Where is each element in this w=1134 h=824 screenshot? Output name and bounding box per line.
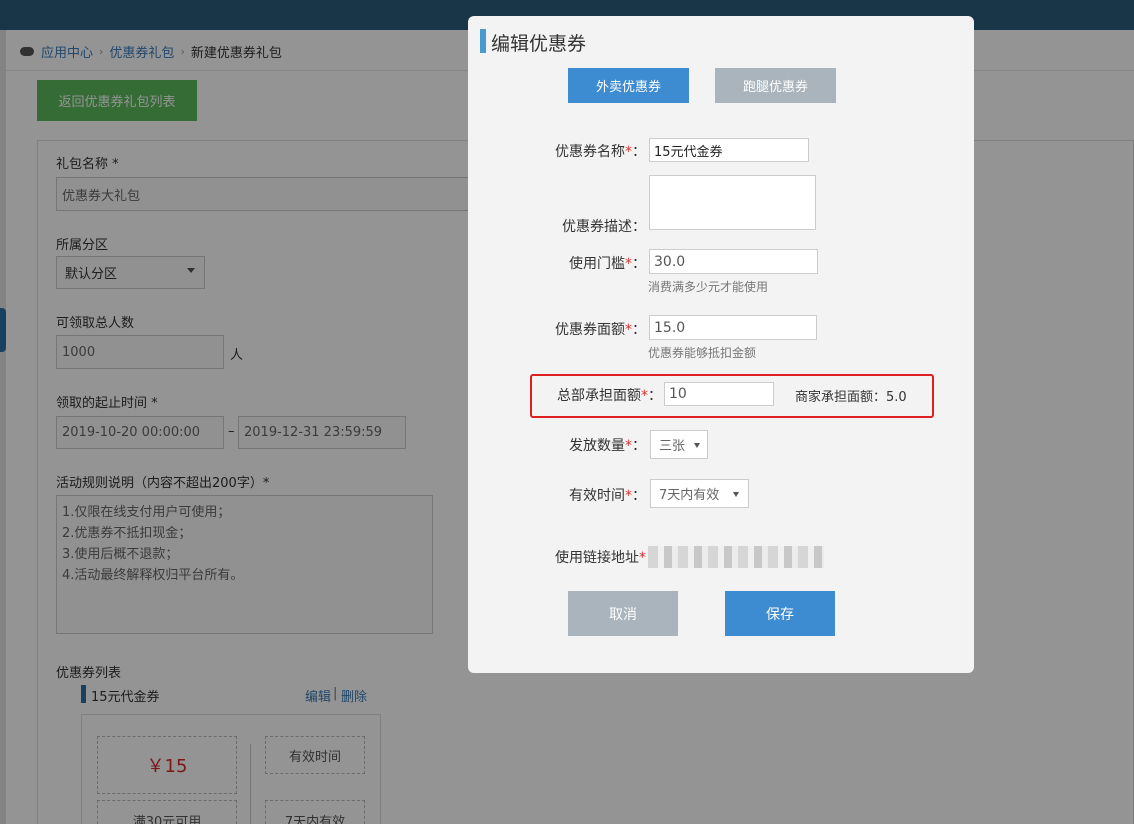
caret-down-icon (694, 443, 700, 448)
threshold-input[interactable]: 30.0 (649, 249, 818, 274)
tab-takeout-coupon[interactable]: 外卖优惠券 (568, 68, 689, 103)
hq-share-input[interactable]: 10 (664, 382, 774, 406)
coupon-name-label-text: 优惠券名称 (555, 144, 625, 160)
quantity-label: 发放数量*： (528, 435, 646, 455)
link-url-label-text: 使用链接地址 (555, 550, 639, 566)
quantity-select[interactable]: 三张 (650, 430, 708, 459)
required-mark: * (641, 388, 648, 404)
label-colon: ： (632, 256, 646, 272)
threshold-label: 使用门槛*： (528, 253, 646, 273)
validity-label: 有效时间*： (528, 485, 646, 505)
required-mark: * (625, 144, 632, 160)
validity-select[interactable]: 7天内有效 (650, 479, 749, 508)
validity-label-text: 有效时间 (569, 488, 625, 504)
link-url-label: 使用链接地址* (528, 547, 646, 567)
label-colon: ： (632, 322, 646, 338)
quantity-label-text: 发放数量 (569, 438, 625, 454)
modal-title-marker (480, 29, 486, 53)
threshold-hint: 消费满多少元才能使用 (648, 280, 769, 294)
required-mark: * (625, 488, 632, 504)
coupon-desc-label: 优惠券描述： (562, 219, 646, 235)
edit-coupon-modal: 编辑优惠券 外卖优惠券 跑腿优惠券 优惠券名称*： 15元代金券 优惠券描述： … (468, 16, 974, 673)
face-value-value: 15.0 (654, 319, 686, 336)
threshold-value: 30.0 (654, 253, 686, 270)
required-mark: * (639, 550, 646, 566)
required-mark: * (625, 322, 632, 338)
quantity-value: 三张 (659, 439, 686, 454)
modal-title: 编辑优惠券 (491, 33, 587, 55)
validity-value: 7天内有效 (659, 488, 720, 503)
required-mark: * (625, 256, 632, 272)
label-colon: ： (632, 438, 646, 454)
label-colon: ： (648, 388, 662, 404)
merchant-share-text: 商家承担面额：5.0 (795, 390, 907, 405)
required-mark: * (625, 438, 632, 454)
caret-down-icon (733, 492, 739, 497)
coupon-desc-textarea[interactable] (649, 175, 816, 230)
threshold-label-text: 使用门槛 (569, 256, 625, 272)
label-colon: ： (632, 144, 646, 160)
hq-share-label-text: 总部承担面额 (557, 388, 641, 404)
tab-errand-coupon[interactable]: 跑腿优惠券 (715, 68, 836, 103)
face-value-input[interactable]: 15.0 (649, 315, 817, 340)
link-url-input-blurred[interactable] (648, 546, 824, 568)
hq-share-label: 总部承担面额*： (538, 385, 662, 405)
face-value-label: 优惠券面额*： (528, 319, 646, 339)
face-value-label-text: 优惠券面额 (555, 322, 625, 338)
coupon-name-label: 优惠券名称*： (528, 141, 646, 161)
cancel-button[interactable]: 取消 (568, 591, 678, 636)
coupon-name-value: 15元代金券 (654, 144, 723, 160)
hq-share-value: 10 (669, 386, 687, 402)
coupon-name-input[interactable]: 15元代金券 (649, 138, 809, 162)
face-value-hint: 优惠券能够抵扣金额 (648, 346, 757, 360)
label-colon: ： (632, 488, 646, 504)
save-button[interactable]: 保存 (725, 591, 835, 636)
